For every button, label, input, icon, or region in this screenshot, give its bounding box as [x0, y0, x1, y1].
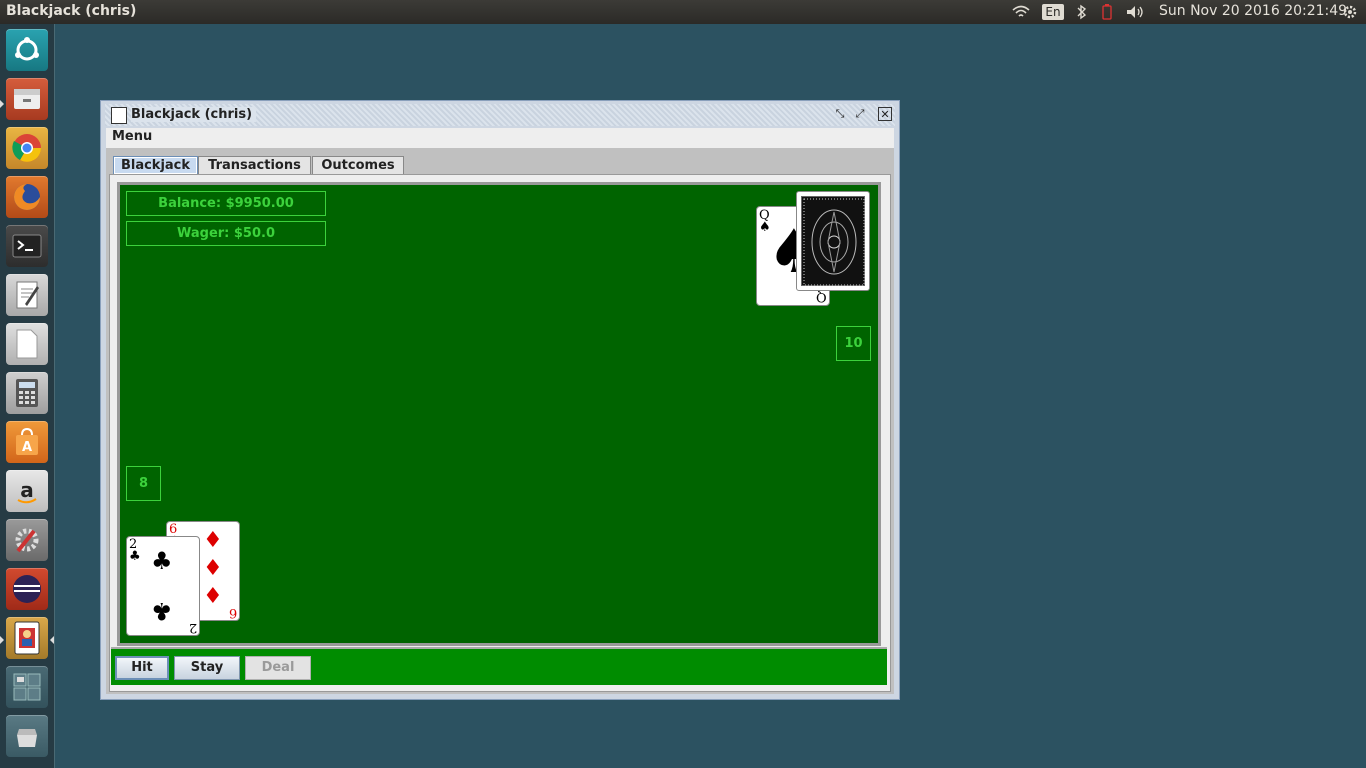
svg-text:a: a — [20, 478, 34, 502]
card-rank: 6 — [228, 605, 237, 620]
dealer-total: 10 — [836, 326, 871, 361]
top-panel: Blackjack (chris) En Sun Nov 20 2016 20:… — [0, 0, 1366, 24]
workspace-switcher-icon[interactable] — [6, 666, 48, 708]
terminal-icon[interactable] — [6, 225, 48, 267]
club-icon: ♣ — [129, 549, 141, 564]
diamond-icon: ♦ — [203, 528, 223, 553]
card-rank: 2 — [188, 620, 197, 635]
text-editor-icon[interactable] — [6, 274, 48, 316]
blackjack-app-icon[interactable] — [6, 617, 48, 659]
button-bar: Hit Stay Deal — [111, 647, 887, 685]
club-icon: ♣ — [151, 547, 173, 575]
hit-button[interactable]: Hit — [115, 656, 169, 680]
menu-bar: Menu — [106, 128, 894, 148]
blackjack-window: Blackjack (chris) ⤡ ⤢ ✕ Menu Blackjack T… — [100, 100, 900, 700]
player-card-two-clubs: 2 ♣ ♣ ♣ 2 — [126, 536, 200, 636]
running-indicator — [0, 100, 4, 108]
deal-button[interactable]: Deal — [245, 656, 311, 680]
panel-app-title: Blackjack (chris) — [6, 3, 137, 19]
club-icon: ♣ — [151, 597, 173, 625]
balance-label: Balance: $9950.00 — [126, 191, 326, 216]
calculator-icon[interactable] — [6, 372, 48, 414]
card-rank: Q — [816, 289, 827, 304]
firefox-icon[interactable] — [6, 176, 48, 218]
close-icon[interactable]: ✕ — [878, 107, 892, 121]
window-title: Blackjack (chris) — [131, 107, 257, 122]
volume-icon[interactable] — [1124, 0, 1148, 24]
chrome-icon[interactable] — [6, 127, 48, 169]
document-icon[interactable] — [6, 323, 48, 365]
bluetooth-icon[interactable] — [1073, 0, 1091, 24]
files-icon[interactable] — [6, 78, 48, 120]
window-titlebar[interactable]: Blackjack (chris) ⤡ ⤢ ✕ — [105, 104, 895, 126]
software-center-icon[interactable]: A — [6, 421, 48, 463]
minimize-icon[interactable]: ⤡ — [833, 107, 847, 121]
card-table: Balance: $9950.00 Wager: $50.0 Q ♠ ♠ Q 1… — [117, 182, 881, 646]
wifi-icon[interactable] — [1010, 0, 1032, 24]
keyboard-layout-indicator[interactable]: En — [1042, 0, 1064, 24]
maximize-icon[interactable]: ⤢ — [853, 107, 867, 121]
settings-gear-icon[interactable] — [1339, 0, 1361, 24]
diamond-icon: ♦ — [203, 556, 223, 581]
wager-label: Wager: $50.0 — [126, 221, 326, 246]
eclipse-icon[interactable] — [6, 568, 48, 610]
diamond-icon: ♦ — [203, 584, 223, 609]
card-back-pattern — [801, 196, 865, 286]
active-indicator — [50, 636, 54, 644]
blackjack-panel: Balance: $9950.00 Wager: $50.0 Q ♠ ♠ Q 1… — [109, 174, 891, 692]
dealer-card-face-down — [796, 191, 870, 291]
launcher: A a — [0, 24, 55, 768]
stay-button[interactable]: Stay — [174, 656, 240, 680]
menu-button[interactable]: Menu — [112, 129, 152, 144]
tab-outcomes[interactable]: Outcomes — [312, 156, 404, 174]
ubuntu-dash-icon[interactable] — [6, 29, 48, 71]
amazon-icon[interactable]: a — [6, 470, 48, 512]
tab-blackjack[interactable]: Blackjack — [113, 156, 198, 175]
panel-clock[interactable]: Sun Nov 20 2016 20:21:49 — [1159, 3, 1347, 19]
window-app-icon — [111, 107, 127, 124]
battery-icon[interactable] — [1099, 0, 1115, 24]
player-total: 8 — [126, 466, 161, 501]
svg-text:A: A — [22, 440, 32, 455]
tab-area: Blackjack Transactions Outcomes Balance:… — [106, 148, 894, 694]
running-indicator — [0, 636, 4, 644]
tab-transactions[interactable]: Transactions — [198, 156, 311, 174]
system-settings-icon[interactable] — [6, 519, 48, 561]
trash-icon[interactable] — [6, 715, 48, 757]
